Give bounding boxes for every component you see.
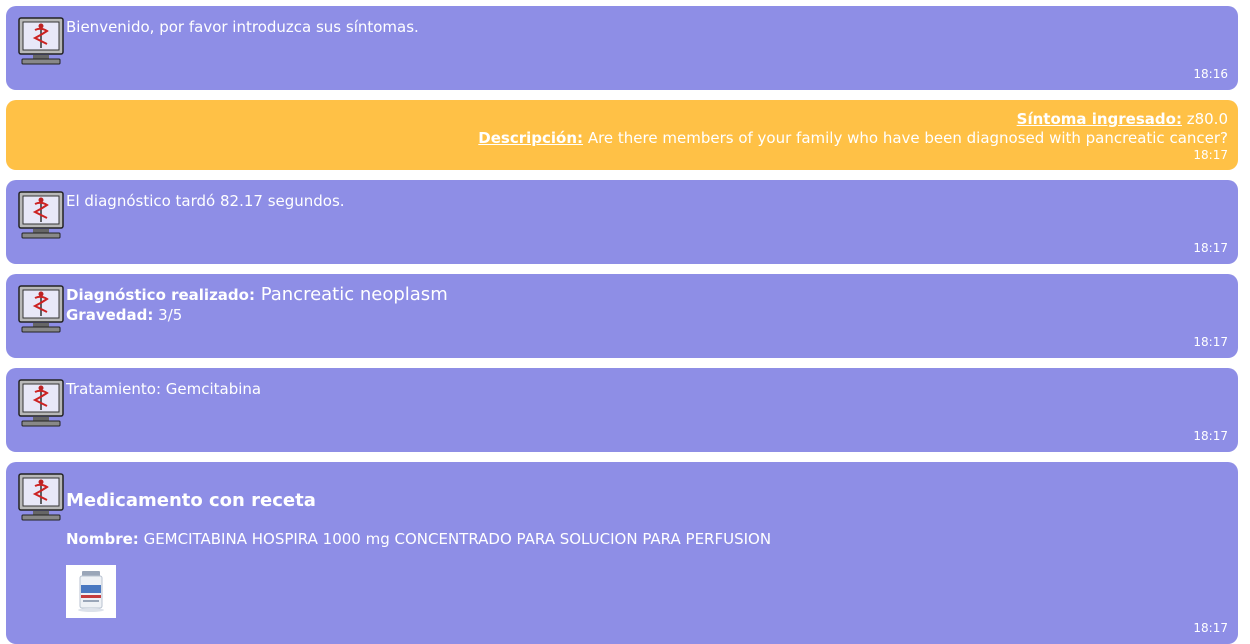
chat-log: Bienvenido, por favor introduzca sus sín…: [0, 0, 1250, 644]
medicine-name-line: Nombre: GEMCITABINA HOSPIRA 1000 mg CONC…: [66, 529, 1228, 549]
message-time: 18:16: [1193, 67, 1228, 81]
bot-message-welcome: Bienvenido, por favor introduzca sus sín…: [6, 6, 1238, 90]
medicine-vial-image: [66, 565, 116, 618]
message-text: Tratamiento: Gemcitabina: [66, 380, 262, 398]
bot-message-diagnosis: Diagnóstico realizado: Pancreatic neopla…: [6, 274, 1238, 358]
message-text: Medicamento con receta Nombre: GEMCITABI…: [66, 490, 1228, 549]
message-time: 18:17: [1193, 335, 1228, 349]
diagnosis-line: Diagnóstico realizado: Pancreatic neopla…: [66, 285, 1228, 305]
user-message-symptom: Síntoma ingresado: z80.0 Descripción: Ar…: [6, 100, 1238, 170]
message-time: 18:17: [1193, 429, 1228, 443]
symptom-line: Síntoma ingresado: z80.0: [16, 110, 1228, 129]
message-time: 18:17: [1193, 241, 1228, 255]
medical-computer-icon: [18, 191, 64, 239]
description-line: Descripción: Are there members of your f…: [16, 129, 1228, 148]
medical-computer-icon: [18, 17, 64, 65]
message-text: Bienvenido, por favor introduzca sus sín…: [66, 18, 419, 36]
severity-label: Gravedad:: [66, 306, 154, 324]
bot-message-treatment: Tratamiento: Gemcitabina 18:17: [6, 368, 1238, 452]
symptom-label: Síntoma ingresado:: [1016, 110, 1182, 128]
bot-message-duration: El diagnóstico tardó 82.17 segundos. 18:…: [6, 180, 1238, 264]
message-time: 18:17: [1193, 148, 1228, 162]
medicine-name-value: GEMCITABINA HOSPIRA 1000 mg CONCENTRADO …: [138, 530, 772, 548]
diagnosis-value: Pancreatic neoplasm: [254, 284, 448, 305]
severity-value: 3/5: [153, 306, 183, 324]
description-label: Descripción:: [478, 129, 584, 147]
medicine-name-label: Nombre:: [66, 530, 139, 548]
message-text: El diagnóstico tardó 82.17 segundos.: [66, 192, 345, 210]
symptom-value: z80.0: [1181, 110, 1228, 128]
description-value: Are there members of your family who hav…: [583, 129, 1228, 147]
message-time: 18:17: [1193, 621, 1228, 635]
medical-computer-icon: [18, 379, 64, 427]
message-text: Diagnóstico realizado: Pancreatic neopla…: [66, 285, 1228, 325]
severity-line: Gravedad: 3/5: [66, 305, 1228, 325]
medical-computer-icon: [18, 285, 64, 333]
prescription-title: Medicamento con receta: [66, 490, 316, 511]
bot-message-prescription: Medicamento con receta Nombre: GEMCITABI…: [6, 462, 1238, 644]
medical-computer-icon: [18, 473, 64, 521]
message-text: Síntoma ingresado: z80.0 Descripción: Ar…: [16, 110, 1228, 148]
diagnosis-label: Diagnóstico realizado:: [66, 286, 255, 304]
